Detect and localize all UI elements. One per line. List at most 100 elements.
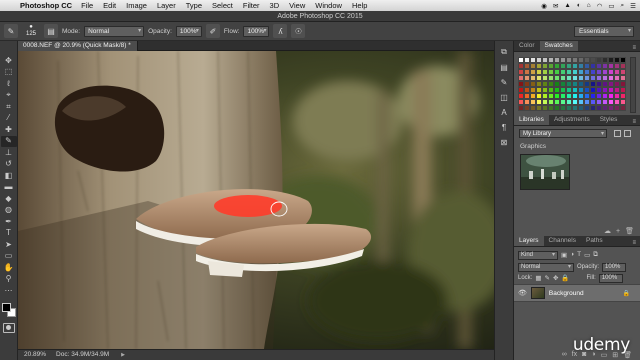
list-view-icon[interactable] xyxy=(624,130,631,137)
quick-select-tool-icon[interactable]: ⌖ xyxy=(1,90,17,102)
character-panel-icon[interactable]: A xyxy=(497,106,511,118)
pressure-size-icon[interactable]: ☉ xyxy=(291,24,306,38)
menu-select[interactable]: Select xyxy=(212,1,233,10)
menu-window[interactable]: Window xyxy=(315,1,342,10)
trash-icon[interactable]: 🗑 xyxy=(625,227,634,235)
shape-filter-icon[interactable]: ▭ xyxy=(584,251,590,259)
status-menu-icon[interactable]: ▶ xyxy=(121,350,125,360)
menu-type[interactable]: Type xyxy=(186,1,202,10)
paragraph-panel-icon[interactable]: ¶ xyxy=(497,121,511,133)
document-tab[interactable]: 0008.NEF @ 20.9% (Quick Mask/8) * xyxy=(18,41,138,51)
brush-icon[interactable]: ✎ xyxy=(4,24,18,38)
swatch-scrollbar[interactable] xyxy=(630,57,636,113)
lasso-tool-icon[interactable]: ℓ xyxy=(1,78,17,90)
brush-panel-icon[interactable]: ▤ xyxy=(44,24,58,38)
smart-filter-icon[interactable]: ⧉ xyxy=(593,251,598,259)
blend-mode-dropdown[interactable]: Normal xyxy=(518,262,574,272)
menu-app-name[interactable]: Photoshop CC xyxy=(20,1,72,10)
brush-presets-icon[interactable]: ✎ xyxy=(497,76,511,88)
adjustment-filter-icon[interactable]: ◑ xyxy=(570,251,574,259)
path-select-tool-icon[interactable]: ➤ xyxy=(1,239,17,251)
menu-view[interactable]: View xyxy=(289,1,305,10)
zoom-level[interactable]: 20.89% xyxy=(24,350,46,360)
shape-tool-icon[interactable]: ▭ xyxy=(1,251,17,263)
opacity-field[interactable]: 100% xyxy=(175,25,202,37)
flow-field[interactable]: 100% xyxy=(243,25,270,37)
library-graphic-thumbnail[interactable] xyxy=(520,154,570,190)
tab-color[interactable]: Color xyxy=(514,41,540,51)
info-panel-icon[interactable]: ◫ xyxy=(497,91,511,103)
grid-view-icon[interactable] xyxy=(614,130,621,137)
tab-styles[interactable]: Styles xyxy=(595,115,623,125)
brush-preset-picker[interactable]: ● 125 xyxy=(22,23,40,39)
battery-icon[interactable]: ▭ xyxy=(608,2,614,10)
menu-filter[interactable]: Filter xyxy=(243,1,260,10)
mode-dropdown[interactable]: Normal xyxy=(84,25,145,37)
lock-paint-icon[interactable]: ✎ xyxy=(545,274,550,282)
tab-libraries[interactable]: Libraries xyxy=(514,115,549,125)
tool-presets-icon[interactable]: ⊠ xyxy=(497,136,511,148)
layer-opacity-field[interactable]: 100% xyxy=(602,262,627,272)
kind-filter[interactable]: Kind xyxy=(518,250,558,260)
eyedropper-tool-icon[interactable]: ⁄ xyxy=(1,113,17,125)
status-icon-2[interactable]: ✉ xyxy=(553,2,558,10)
panel-menu-icon[interactable]: ≡ xyxy=(632,240,640,246)
more-tools-icon[interactable]: ⋯ xyxy=(1,285,17,297)
pressure-opacity-icon[interactable]: ✐ xyxy=(205,24,220,38)
swatch-grid[interactable] xyxy=(518,57,626,113)
color-swatches[interactable] xyxy=(1,302,16,317)
eraser-tool-icon[interactable]: ◧ xyxy=(1,170,17,182)
status-icon-1[interactable]: ◉ xyxy=(541,2,547,10)
tab-layers[interactable]: Layers xyxy=(514,236,544,246)
zoom-tool-icon[interactable]: ⚲ xyxy=(1,274,17,286)
menu-edit[interactable]: Edit xyxy=(103,1,116,10)
layer-row-background[interactable]: 👁 Background 🔒 xyxy=(514,284,640,302)
move-tool-icon[interactable]: ✥ xyxy=(1,55,17,67)
type-filter-icon[interactable]: T xyxy=(577,251,581,259)
eye-icon[interactable]: 👁 xyxy=(518,289,527,297)
wifi-icon[interactable]: ◠ xyxy=(597,2,603,10)
history-brush-tool-icon[interactable]: ↺ xyxy=(1,159,17,171)
lock-pixels-icon[interactable]: ▦ xyxy=(535,274,541,282)
status-icon-4[interactable]: ◐ xyxy=(577,2,581,9)
link-layers-icon[interactable]: ∞ xyxy=(562,351,567,358)
lock-all-icon[interactable]: 🔒 xyxy=(561,274,569,282)
marquee-tool-icon[interactable]: ⬚ xyxy=(1,67,17,79)
healing-tool-icon[interactable]: ✚ xyxy=(1,124,17,136)
menu-file[interactable]: File xyxy=(81,1,93,10)
add-content-icon[interactable]: + xyxy=(616,228,620,235)
clone-stamp-tool-icon[interactable]: ⊥ xyxy=(1,147,17,159)
foreground-color[interactable] xyxy=(1,302,11,312)
airbrush-icon[interactable]: ʎ xyxy=(273,24,288,38)
tab-paths[interactable]: Paths xyxy=(581,236,608,246)
blur-tool-icon[interactable]: ◆ xyxy=(1,193,17,205)
quick-mask-icon[interactable] xyxy=(2,322,15,333)
lock-position-icon[interactable]: ✥ xyxy=(553,274,558,282)
type-tool-icon[interactable]: T xyxy=(1,228,17,240)
status-icon-3[interactable]: ▲ xyxy=(564,2,570,9)
document-canvas[interactable] xyxy=(18,51,494,349)
pen-tool-icon[interactable]: ✒ xyxy=(1,216,17,228)
cloud-icon[interactable]: ☁ xyxy=(604,227,611,235)
tab-adjustments[interactable]: Adjustments xyxy=(549,115,595,125)
pixel-filter-icon[interactable]: ▣ xyxy=(561,251,567,259)
menu-image[interactable]: Image xyxy=(126,1,147,10)
dodge-tool-icon[interactable]: ◍ xyxy=(1,205,17,217)
menu-layer[interactable]: Layer xyxy=(157,1,176,10)
brush-tool-icon[interactable]: ✎ xyxy=(0,135,17,147)
hand-tool-icon[interactable]: ✋ xyxy=(1,262,17,274)
menu-help[interactable]: Help xyxy=(352,1,367,10)
workspace-switcher[interactable]: Essentials xyxy=(574,26,634,37)
swatch-cell[interactable] xyxy=(620,105,626,111)
properties-panel-icon[interactable]: ▤ xyxy=(497,61,511,73)
panel-menu-icon[interactable]: ≡ xyxy=(632,45,640,51)
panel-menu-icon[interactable]: ≡ xyxy=(632,119,640,125)
fill-field[interactable]: 100% xyxy=(598,273,623,283)
tab-channels[interactable]: Channels xyxy=(544,236,581,246)
status-icon-5[interactable]: ⌂ xyxy=(587,2,591,9)
library-dropdown[interactable]: My Library xyxy=(519,129,607,138)
notification-icon[interactable]: ☰ xyxy=(630,2,636,10)
menu-3d[interactable]: 3D xyxy=(270,1,280,10)
gradient-tool-icon[interactable]: ▬ xyxy=(1,182,17,194)
tab-swatches[interactable]: Swatches xyxy=(539,41,578,51)
